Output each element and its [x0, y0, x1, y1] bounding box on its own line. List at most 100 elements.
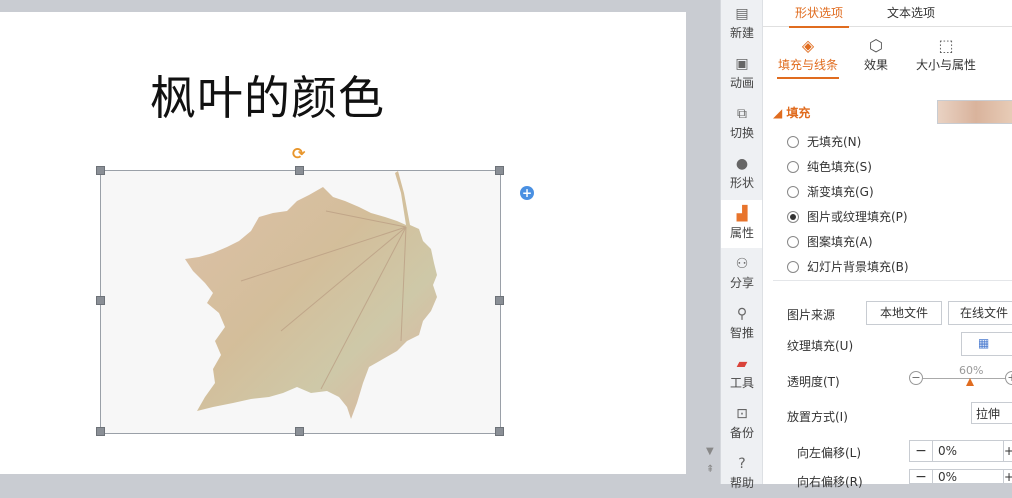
rail-item-label: 备份: [729, 426, 754, 440]
tab-effects[interactable]: ⬡ 效果: [841, 36, 911, 73]
maple-leaf-image: [185, 171, 437, 419]
image-source-label: 图片来源: [787, 308, 836, 322]
shape-icon: ●: [735, 156, 749, 172]
radio-button[interactable]: [787, 236, 799, 248]
rail-item-transition[interactable]: ⧉ 切换: [721, 100, 763, 148]
decrease-icon[interactable]: −: [909, 371, 923, 385]
fill-option-picture[interactable]: 图片或纹理填充(P): [787, 208, 908, 225]
paint-bucket-icon: ◈: [801, 36, 815, 55]
sub-tab-label: 填充与线条: [777, 58, 838, 72]
rotate-handle-icon[interactable]: ⟳: [292, 144, 305, 163]
fill-option-solid[interactable]: 纯色填充(S): [787, 158, 872, 175]
tab-fill-and-line[interactable]: ◈ 填充与线条: [773, 36, 843, 79]
fill-option-label: 渐变填充(G): [807, 185, 874, 199]
backup-icon: ⊡: [736, 406, 748, 422]
rail-item-share[interactable]: ⚇ 分享: [721, 250, 763, 298]
add-icon[interactable]: +: [520, 186, 534, 200]
online-file-button[interactable]: 在线文件: [948, 301, 1012, 325]
fill-option-gradient[interactable]: 渐变填充(G): [787, 183, 874, 200]
fill-preview[interactable]: [937, 100, 1012, 124]
offset-right-stepper[interactable]: − 0% +: [909, 469, 1012, 484]
plus-icon[interactable]: +: [1003, 441, 1012, 461]
offset-left-stepper[interactable]: − 0% +: [909, 440, 1012, 462]
side-rail: ▤ 新建 ▣ 动画 ⧉ 切换 ● 形状 ▟ 属性 ⚇ 分享 ⚲ 智推 ▰ 工具 …: [720, 0, 763, 490]
resize-handle-bottom[interactable]: [295, 427, 304, 436]
fill-option-label: 图案填充(A): [807, 235, 873, 249]
offset-left-label: 向左偏移(L): [797, 446, 862, 460]
sub-tab-label: 大小与属性: [915, 58, 976, 72]
tab-size-and-properties[interactable]: ⬚ 大小与属性: [911, 36, 981, 73]
offset-left-value[interactable]: 0%: [938, 444, 957, 458]
collapse-triangle-icon: ◢: [773, 106, 783, 120]
rail-item-animation[interactable]: ▣ 动画: [721, 50, 763, 98]
resize-handle-right[interactable]: [495, 296, 504, 305]
rail-item-recommend[interactable]: ⚲ 智推: [721, 300, 763, 348]
fill-section-header[interactable]: ◢ 填充: [773, 104, 810, 121]
increase-icon[interactable]: +: [1005, 371, 1012, 385]
help-icon: ?: [738, 456, 746, 472]
minus-icon[interactable]: −: [910, 470, 933, 484]
slide[interactable]: 枫叶的颜色 ⟳ +: [0, 12, 686, 474]
minus-icon[interactable]: −: [910, 441, 933, 461]
rail-item-backup[interactable]: ⊡ 备份: [721, 400, 763, 448]
transition-icon: ⧉: [737, 106, 747, 122]
placement-select[interactable]: 拉伸: [971, 402, 1012, 424]
share-icon: ⚇: [735, 256, 749, 272]
rail-item-label: 形状: [729, 176, 754, 190]
property-panel: 形状选项 文本选项 ◈ 填充与线条 ⬡ 效果 ⬚ 大小与属性 ◢ 填充 无填充(…: [762, 0, 1012, 489]
rail-item-label: 帮助: [729, 476, 754, 490]
property-icon: ▟: [736, 206, 748, 222]
local-file-button[interactable]: 本地文件: [866, 301, 942, 325]
rail-item-label: 工具: [729, 376, 754, 390]
radio-button[interactable]: [787, 211, 799, 223]
rail-item-label: 动画: [729, 76, 754, 90]
fill-option-pattern[interactable]: 图案填充(A): [787, 233, 873, 250]
new-file-icon: ▤: [735, 6, 749, 22]
slide-title[interactable]: 枫叶的颜色: [150, 62, 385, 128]
vertical-scrollbar[interactable]: [702, 0, 720, 484]
resize-handle-left[interactable]: [96, 296, 105, 305]
radio-button[interactable]: [787, 186, 799, 198]
offset-right-value[interactable]: 0%: [938, 470, 957, 484]
resize-handle-bottom-left[interactable]: [96, 427, 105, 436]
radio-button[interactable]: [787, 136, 799, 148]
resize-handle-top[interactable]: [295, 166, 304, 175]
tab-shape-options[interactable]: 形状选项: [788, 4, 850, 28]
resize-handle-bottom-right[interactable]: [495, 427, 504, 436]
fill-option-label: 幻灯片背景填充(B): [807, 260, 909, 274]
rail-item-label: 切换: [729, 126, 754, 140]
size-icon: ⬚: [938, 36, 954, 55]
fill-option-slide-background[interactable]: 幻灯片背景填充(B): [787, 258, 909, 275]
selected-picture-shape[interactable]: [100, 170, 501, 434]
rail-item-tools[interactable]: ▰ 工具: [721, 350, 763, 398]
resize-handle-top-left[interactable]: [96, 166, 105, 175]
scroll-down-icon[interactable]: ▼: [706, 446, 714, 457]
recommend-icon: ⚲: [736, 306, 748, 322]
radio-button[interactable]: [787, 261, 799, 273]
rail-item-help[interactable]: ? 帮助: [721, 450, 763, 498]
texture-fill-label: 纹理填充(U): [787, 339, 854, 353]
slider-thumb[interactable]: [966, 378, 974, 386]
rail-item-new[interactable]: ▤ 新建: [721, 0, 763, 48]
toolbox-icon: ▰: [736, 356, 748, 372]
tab-text-options[interactable]: 文本选项: [887, 4, 935, 21]
rail-item-label: 智推: [729, 326, 754, 340]
rail-item-label: 属性: [729, 226, 754, 240]
cube-icon: ⬡: [869, 36, 883, 55]
rail-item-property[interactable]: ▟ 属性: [721, 200, 763, 248]
rail-item-shape[interactable]: ● 形状: [721, 150, 763, 198]
fill-section-title: 填充: [786, 106, 811, 120]
transparency-label: 透明度(T): [787, 375, 840, 389]
plus-icon[interactable]: +: [1003, 470, 1012, 484]
divider: [773, 280, 1012, 281]
animation-icon: ▣: [735, 56, 749, 72]
transparency-value: 60%: [959, 364, 984, 377]
radio-button[interactable]: [787, 161, 799, 173]
fill-option-label: 纯色填充(S): [807, 160, 872, 174]
fill-option-none[interactable]: 无填充(N): [787, 133, 861, 150]
resize-handle-top-right[interactable]: [495, 166, 504, 175]
fill-option-label: 图片或纹理填充(P): [807, 210, 908, 224]
scroll-to-end-icon[interactable]: ⇞: [706, 464, 714, 475]
texture-picker[interactable]: ▦: [961, 332, 1012, 356]
sub-tab-label: 效果: [863, 58, 888, 72]
